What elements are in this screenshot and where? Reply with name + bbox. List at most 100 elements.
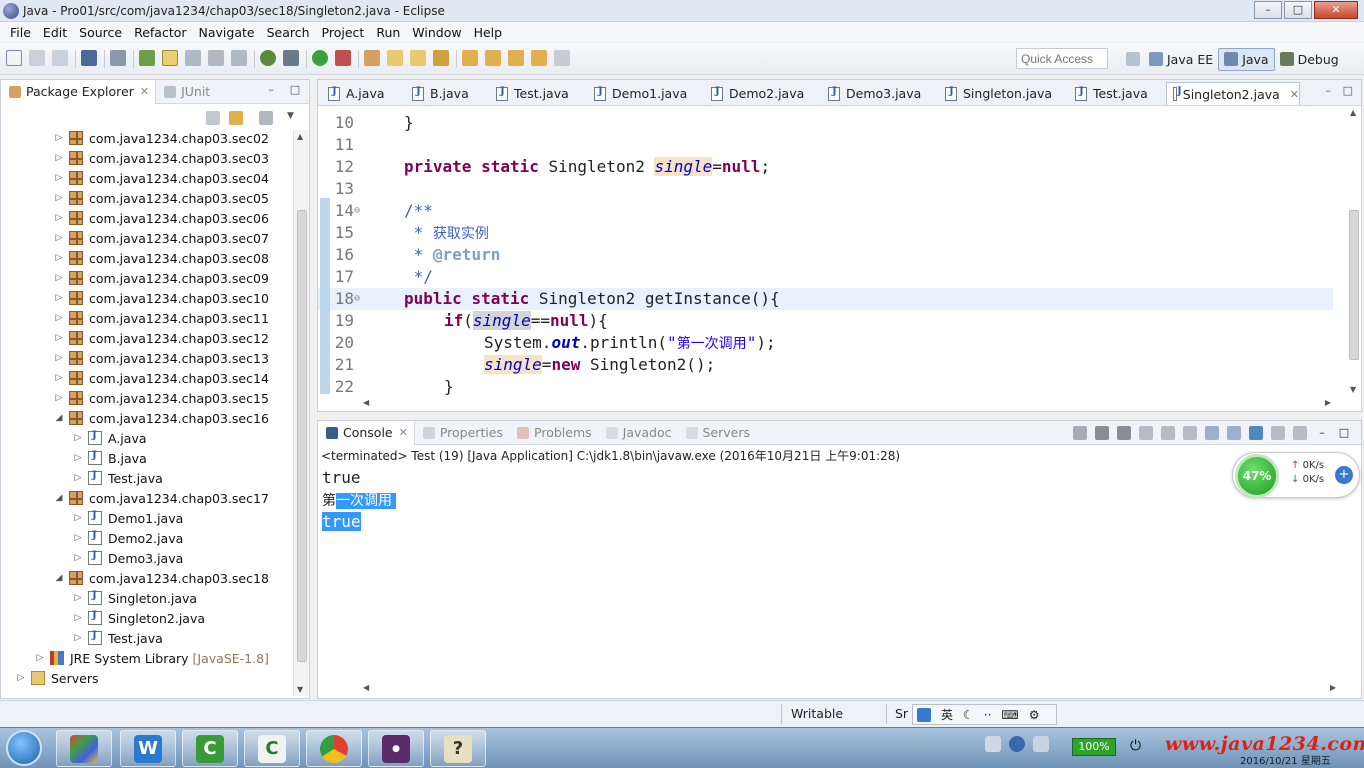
- console-horizontal-scrollbar[interactable]: ◀ ▶: [358, 681, 1338, 695]
- collapsed-arrow-icon[interactable]: ▷: [53, 313, 65, 323]
- tree-item[interactable]: ▷ com.java1234.chap03.sec02: [53, 128, 269, 148]
- scroll-thumb[interactable]: [1349, 210, 1359, 360]
- collapsed-arrow-icon[interactable]: ▷: [53, 393, 65, 403]
- collapsed-arrow-icon[interactable]: ▷: [72, 513, 84, 523]
- tree-item[interactable]: ▷ com.java1234.chap03.sec06: [53, 208, 269, 228]
- maximize-button[interactable]: □: [1284, 1, 1312, 19]
- remove-launch-icon[interactable]: [1095, 426, 1109, 440]
- link-icon[interactable]: [185, 50, 201, 66]
- external-tools-icon[interactable]: [283, 50, 299, 66]
- collapsed-arrow-icon[interactable]: ▷: [53, 353, 65, 363]
- perspective-debug[interactable]: Debug: [1275, 48, 1344, 71]
- menu-file[interactable]: File: [4, 25, 37, 40]
- tree-item[interactable]: ▷ Demo3.java: [72, 548, 184, 568]
- tree-item[interactable]: ▷ com.java1234.chap03.sec12: [53, 328, 269, 348]
- show-on-stdout-icon[interactable]: [1205, 426, 1219, 440]
- tab-problems[interactable]: Problems: [509, 421, 598, 445]
- perspective-java-ee[interactable]: Java EE: [1144, 48, 1218, 71]
- show-whitespace-icon[interactable]: [231, 50, 247, 66]
- editor-tab[interactable]: B.java: [406, 82, 469, 105]
- collapsed-arrow-icon[interactable]: ▷: [53, 213, 65, 223]
- last-edit-icon[interactable]: [508, 50, 524, 66]
- accelerate-icon[interactable]: +: [1335, 466, 1353, 484]
- taskbar-app-camtasia-2[interactable]: C: [244, 730, 300, 767]
- collapsed-arrow-icon[interactable]: ▷: [72, 433, 84, 443]
- coverage-icon[interactable]: [335, 50, 351, 66]
- menu-search[interactable]: Search: [261, 25, 316, 40]
- collapsed-arrow-icon[interactable]: ▷: [72, 453, 84, 463]
- back-icon[interactable]: [531, 50, 547, 66]
- ime-language[interactable]: 英: [941, 706, 953, 723]
- ime-toolbar[interactable]: 英 ☾ ·· ⌨ ⚙: [912, 704, 1057, 725]
- expanded-arrow-icon[interactable]: ◢: [53, 573, 65, 583]
- tree-item[interactable]: ▷ Demo2.java: [72, 528, 184, 548]
- battery-indicator[interactable]: 100%: [1072, 738, 1116, 756]
- run-icon[interactable]: [312, 50, 328, 66]
- tree-item[interactable]: ▷ com.java1234.chap03.sec14: [53, 368, 269, 388]
- tree-item[interactable]: ▷ com.java1234.chap03.sec05: [53, 188, 269, 208]
- editor-tab[interactable]: Demo2.java: [705, 82, 804, 105]
- block-select-icon[interactable]: [208, 50, 224, 66]
- tree-item[interactable]: ◢ com.java1234.chap03.sec16: [53, 408, 269, 428]
- skip-breakpoints-icon[interactable]: [110, 50, 126, 66]
- tree-item[interactable]: ▷ com.java1234.chap03.sec13: [53, 348, 269, 368]
- collapsed-arrow-icon[interactable]: ▷: [15, 673, 27, 683]
- tree-item[interactable]: ▷ com.java1234.chap03.sec04: [53, 168, 269, 188]
- taskbar-app-eclipse[interactable]: ●: [368, 730, 424, 767]
- terminal-icon[interactable]: [81, 50, 97, 66]
- scroll-up-icon[interactable]: ▲: [1350, 108, 1356, 117]
- close-button[interactable]: ✕: [1314, 1, 1358, 19]
- prev-annotation-icon[interactable]: [485, 50, 501, 66]
- tree-item[interactable]: ▷ Test.java: [72, 468, 163, 488]
- tab-package-explorer[interactable]: Package Explorer ✕: [1, 79, 157, 104]
- collapsed-arrow-icon[interactable]: ▷: [34, 653, 46, 663]
- collapsed-arrow-icon[interactable]: ▷: [53, 193, 65, 203]
- minimize-button[interactable]: –: [1254, 1, 1282, 19]
- clear-console-icon[interactable]: [1139, 426, 1153, 440]
- taskbar-app-help[interactable]: ?: [430, 730, 486, 767]
- close-icon[interactable]: ✕: [399, 426, 408, 439]
- tree-item[interactable]: ▷ JRE System Library [JavaSE-1.8]: [34, 648, 269, 668]
- editor-tab[interactable]: Demo1.java: [588, 82, 687, 105]
- tree-item[interactable]: ▷ Singleton2.java: [72, 608, 205, 628]
- collapsed-arrow-icon[interactable]: ▷: [72, 593, 84, 603]
- tree-item[interactable]: ▷ com.java1234.chap03.sec08: [53, 248, 269, 268]
- collapsed-arrow-icon[interactable]: ▷: [53, 133, 65, 143]
- tab-javadoc[interactable]: Javadoc: [598, 421, 678, 445]
- tree-item[interactable]: ▷ com.java1234.chap03.sec03: [53, 148, 269, 168]
- editor-horizontal-scrollbar[interactable]: ◀ ▶: [358, 396, 1333, 410]
- collapsed-arrow-icon[interactable]: ▷: [72, 553, 84, 563]
- open-console-icon[interactable]: [1293, 426, 1307, 440]
- scroll-left-icon[interactable]: ◀: [363, 683, 369, 692]
- tree-item[interactable]: ▷ com.java1234.chap03.sec11: [53, 308, 269, 328]
- editor-tab[interactable]: Demo3.java: [822, 82, 921, 105]
- collapsed-arrow-icon[interactable]: ▷: [72, 533, 84, 543]
- settings-icon[interactable]: ⚙: [1029, 708, 1040, 722]
- collapsed-arrow-icon[interactable]: ▷: [53, 173, 65, 183]
- start-button[interactable]: [6, 730, 42, 766]
- quick-access-input[interactable]: [1016, 48, 1108, 69]
- scroll-up-icon[interactable]: ▲: [297, 132, 303, 141]
- editor-vertical-scrollbar[interactable]: ▲ ▼: [1333, 106, 1361, 396]
- network-speed-widget[interactable]: 47% ↑ 0K/s ↓ 0K/s +: [1232, 452, 1360, 498]
- tree-item[interactable]: ▷ A.java: [72, 428, 147, 448]
- scroll-thumb[interactable]: [297, 210, 307, 662]
- tree-item[interactable]: ▷ com.java1234.chap03.sec10: [53, 288, 269, 308]
- toggle-mark-icon[interactable]: [139, 50, 155, 66]
- tab-junit[interactable]: JUnit: [156, 80, 216, 104]
- minimize-view-icon[interactable]: –: [1315, 426, 1329, 440]
- flag-icon[interactable]: [1033, 736, 1049, 752]
- highlight-icon[interactable]: [162, 50, 178, 66]
- search-icon[interactable]: [433, 50, 449, 66]
- collapsed-arrow-icon[interactable]: ▷: [72, 613, 84, 623]
- tree-item[interactable]: ▷ B.java: [72, 448, 147, 468]
- editor-tab[interactable]: Singleton.java: [939, 82, 1052, 105]
- terminate-icon[interactable]: [1073, 426, 1087, 440]
- editor-tab[interactable]: A.java: [322, 82, 385, 105]
- remove-all-icon[interactable]: [1117, 426, 1131, 440]
- fold-icon[interactable]: ⊖: [354, 200, 360, 222]
- package-explorer-scrollbar[interactable]: ▲ ▼: [293, 130, 309, 696]
- menu-refactor[interactable]: Refactor: [128, 25, 192, 40]
- open-perspective-icon[interactable]: [1126, 52, 1140, 66]
- tree-item[interactable]: ▷ Demo1.java: [72, 508, 184, 528]
